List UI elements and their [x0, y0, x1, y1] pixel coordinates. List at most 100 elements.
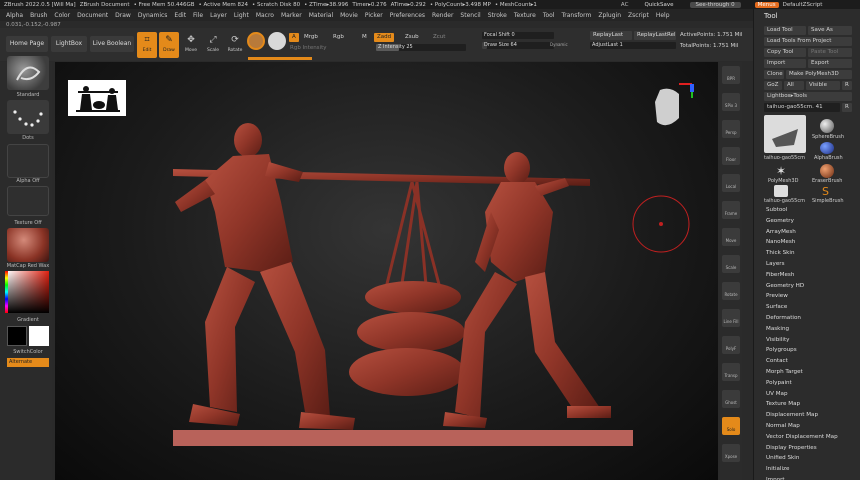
section-thick-skin[interactable]: Thick Skin: [766, 248, 838, 259]
make-polymesh3d-button[interactable]: Make PolyMesh3D: [786, 70, 852, 79]
hue-strip[interactable]: [5, 271, 8, 313]
rotate-mode-button[interactable]: ⟳ Rotate: [225, 32, 245, 58]
view-persp-button[interactable]: Persp: [722, 120, 740, 138]
menu-draw[interactable]: Draw: [115, 12, 131, 19]
quicksave-button[interactable]: QuickSave: [644, 2, 673, 8]
section-display-properties[interactable]: Display Properties: [766, 443, 838, 454]
menu-edit[interactable]: Edit: [174, 12, 186, 19]
view-polyf-button[interactable]: PolyF: [722, 336, 740, 354]
view-line-fill-button[interactable]: Line Fill: [722, 309, 740, 327]
view-rotate-button[interactable]: Rotate: [722, 282, 740, 300]
section-layers[interactable]: Layers: [766, 259, 838, 270]
view-frame-button[interactable]: Frame: [722, 201, 740, 219]
m-toggle[interactable]: M: [362, 34, 367, 40]
menu-texture[interactable]: Texture: [514, 12, 536, 19]
replay-last-button[interactable]: ReplayLast: [590, 31, 632, 40]
view-ghost-button[interactable]: Ghost: [722, 390, 740, 408]
home-page-button[interactable]: Home Page: [6, 36, 48, 52]
polymesh3d-icon[interactable]: ✶: [776, 164, 786, 178]
section-polygroups[interactable]: Polygroups: [766, 345, 838, 356]
menu-layer[interactable]: Layer: [210, 12, 227, 19]
section-nanomesh[interactable]: NanoMesh: [766, 237, 838, 248]
lightbox-tools-button[interactable]: Lightbox▸Tools: [764, 92, 852, 101]
goz-r-button[interactable]: R: [842, 81, 852, 90]
menu-tool[interactable]: Tool: [543, 12, 555, 19]
brush-selector[interactable]: [7, 56, 49, 90]
edit-mode-button[interactable]: ⌗ Edit: [137, 32, 157, 58]
z-intensity-slider[interactable]: Z Intensity 25: [376, 44, 466, 51]
menu-stencil[interactable]: Stencil: [460, 12, 480, 19]
view-move-button[interactable]: Move: [722, 228, 740, 246]
zsub-toggle[interactable]: Zsub: [405, 34, 419, 40]
menu-transform[interactable]: Transform: [561, 12, 591, 19]
stroke-selector[interactable]: [7, 100, 49, 134]
current-tool-slider[interactable]: taihuo-gao55cm. 41: [764, 103, 840, 112]
all-button[interactable]: All: [784, 81, 804, 90]
default-zscript-button[interactable]: DefaultZScript: [783, 2, 823, 8]
menu-color[interactable]: Color: [54, 12, 70, 19]
section-deformation[interactable]: Deformation: [766, 313, 838, 324]
material-selector[interactable]: [7, 228, 49, 262]
primary-color-swatch[interactable]: [29, 326, 49, 346]
menu-file[interactable]: File: [193, 12, 203, 19]
section-fibermesh[interactable]: FiberMesh: [766, 270, 838, 281]
view-local-button[interactable]: Local: [722, 174, 740, 192]
texture-swatch-icon[interactable]: [268, 32, 286, 50]
menu-document[interactable]: Document: [77, 12, 108, 19]
move-mode-button[interactable]: ✥ Move: [181, 32, 201, 58]
secondary-color-swatch[interactable]: [7, 326, 27, 346]
menu-zplugin[interactable]: Zplugin: [598, 12, 621, 19]
section-geometry-hd[interactable]: Geometry HD: [766, 281, 838, 292]
section-normal-map[interactable]: Normal Map: [766, 421, 838, 432]
copy-tool-button[interactable]: Copy Tool: [764, 48, 806, 57]
canvas-viewport[interactable]: [55, 62, 718, 480]
menu-help[interactable]: Help: [656, 12, 670, 19]
section-contact[interactable]: Contact: [766, 356, 838, 367]
import-button[interactable]: Import: [764, 59, 806, 68]
zadd-toggle[interactable]: Zadd: [374, 33, 395, 42]
load-tools-from-project-button[interactable]: Load Tools From Project: [764, 37, 852, 46]
menu-marker[interactable]: Marker: [281, 12, 302, 19]
section-polypaint[interactable]: Polypaint: [766, 378, 838, 389]
export-button[interactable]: Export: [808, 59, 852, 68]
dynamic-toggle[interactable]: Dynamic: [550, 42, 568, 47]
save-as-button[interactable]: Save As: [808, 26, 852, 35]
section-subtool[interactable]: Subtool: [766, 205, 838, 216]
a-toggle[interactable]: A: [289, 33, 299, 42]
tool-thumb-small-icon[interactable]: [774, 185, 788, 197]
section-uv-map[interactable]: UV Map: [766, 389, 838, 400]
simple-brush-icon[interactable]: S: [822, 185, 829, 198]
section-vector-displacement-map[interactable]: Vector Displacement Map: [766, 432, 838, 443]
section-displacement-map[interactable]: Displacement Map: [766, 410, 838, 421]
view-floor-button[interactable]: Floor: [722, 147, 740, 165]
menu-movie[interactable]: Movie: [340, 12, 358, 19]
section-texture-map[interactable]: Texture Map: [766, 399, 838, 410]
clone-button[interactable]: Clone: [764, 70, 784, 79]
rgb-intensity-slider[interactable]: Rgb Intensity: [290, 45, 327, 51]
scale-mode-button[interactable]: ⤢ Scale: [203, 32, 223, 58]
adjust-last-slider[interactable]: AdjustLast 1: [590, 42, 676, 49]
menu-picker[interactable]: Picker: [365, 12, 383, 19]
section-surface[interactable]: Surface: [766, 302, 838, 313]
sphere-brush-icon[interactable]: [820, 119, 834, 133]
section-preview[interactable]: Preview: [766, 291, 838, 302]
view-solo-button[interactable]: Solo: [722, 417, 740, 435]
texture-selector[interactable]: [7, 186, 49, 216]
tool-thumb-main[interactable]: [764, 115, 806, 153]
rgb-toggle[interactable]: Rgb: [333, 34, 344, 40]
zcut-toggle[interactable]: Zcut: [433, 34, 445, 40]
draw-mode-button[interactable]: ✎ Draw: [159, 32, 179, 58]
menu-stroke[interactable]: Stroke: [488, 12, 507, 19]
material-swatch-icon[interactable]: [247, 32, 265, 50]
menu-dynamics[interactable]: Dynamics: [138, 12, 168, 19]
lightbox-button[interactable]: LightBox: [51, 36, 87, 52]
paste-tool-button[interactable]: Paste Tool: [808, 48, 852, 57]
alternate-button[interactable]: Alternate: [7, 358, 49, 367]
color-picker[interactable]: [7, 271, 49, 313]
switch-color-button[interactable]: SwitchColor: [0, 349, 56, 355]
menu-macro[interactable]: Macro: [256, 12, 274, 19]
eraser-brush-icon[interactable]: [820, 164, 834, 178]
menu-zscript[interactable]: Zscript: [628, 12, 649, 19]
alpha-brush-icon[interactable]: [820, 142, 834, 154]
focal-shift-slider[interactable]: Focal Shift 0: [482, 32, 554, 39]
